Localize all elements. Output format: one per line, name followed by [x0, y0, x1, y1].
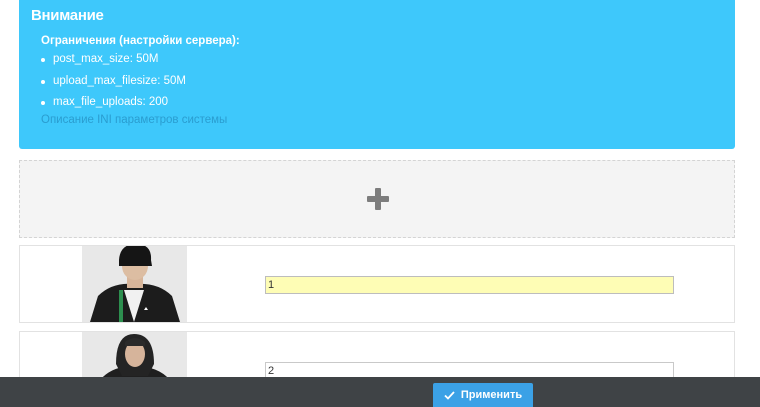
- order-input[interactable]: [265, 276, 674, 294]
- list-item: post_max_size: 50M: [41, 49, 186, 71]
- limit-post-max-size: post_max_size: 50M: [53, 53, 159, 65]
- footer-action-bar: Применить: [0, 377, 760, 407]
- plus-icon: [367, 188, 389, 210]
- alert-subtitle: Ограничения (настройки сервера):: [41, 35, 240, 47]
- upload-dropzone[interactable]: [19, 160, 735, 238]
- list-item: upload_max_filesize: 50M: [41, 71, 186, 93]
- bullet-icon: [41, 58, 45, 62]
- bullet-icon: [41, 101, 45, 105]
- server-limits-list: post_max_size: 50M upload_max_filesize: …: [41, 49, 186, 114]
- image-thumbnail: [82, 246, 187, 322]
- bullet-icon: [41, 79, 45, 84]
- alert-title: Внимание: [31, 7, 104, 24]
- limit-max-file-uploads: max_file_uploads: 200: [53, 96, 169, 108]
- limit-upload-max-filesize: upload_max_filesize: 50M: [53, 74, 186, 87]
- person-in-black-jacket-and-beanie-image: [82, 246, 187, 322]
- apply-button-label: Применить: [460, 389, 523, 401]
- check-icon: [444, 390, 455, 400]
- list-item: max_file_uploads: 200: [41, 92, 186, 114]
- ini-description-link[interactable]: Описание INI параметров системы: [41, 114, 227, 126]
- apply-button[interactable]: Применить: [433, 383, 533, 407]
- file-row: [19, 245, 735, 323]
- server-limits-alert: Внимание Ограничения (настройки сервера)…: [19, 0, 735, 149]
